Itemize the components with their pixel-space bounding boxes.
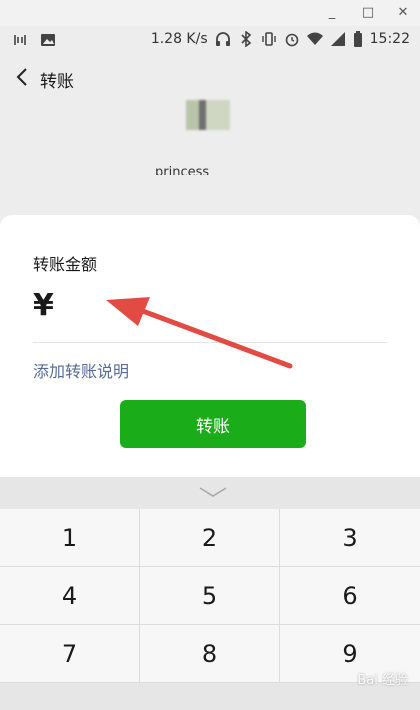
minimize-button[interactable]: _ — [322, 4, 342, 22]
key-3[interactable]: 3 — [280, 509, 420, 567]
image-icon — [41, 34, 55, 46]
close-button[interactable]: ✕ — [393, 4, 413, 22]
keypad-collapse-row[interactable] — [0, 477, 420, 509]
headphones-icon — [215, 32, 230, 46]
chevron-down-icon[interactable] — [198, 485, 228, 499]
key-8[interactable]: 8 — [140, 625, 280, 683]
nav-bar: 转账 — [0, 56, 420, 100]
avatar — [186, 100, 230, 130]
key-4[interactable]: 4 — [0, 567, 140, 625]
key-5[interactable]: 5 — [140, 567, 280, 625]
cell-signal-icon — [330, 32, 345, 46]
key-2[interactable]: 2 — [140, 509, 280, 567]
add-note-link[interactable]: 添加转账说明 — [33, 358, 129, 382]
page-title: 转账 — [40, 72, 74, 92]
recipient-name: princess — [155, 165, 210, 176]
wifi-icon — [306, 32, 323, 45]
transfer-button[interactable]: 转账 — [120, 400, 306, 448]
key-1[interactable]: 1 — [0, 509, 140, 567]
amount-label: 转账金额 — [33, 255, 98, 274]
network-speed: 1.28 K/s — [150, 31, 208, 47]
status-time: 15:22 — [369, 31, 410, 47]
bluetooth-icon — [241, 31, 251, 47]
amount-input[interactable] — [70, 291, 370, 325]
maximize-button[interactable]: □ — [358, 4, 378, 22]
watermark: Bai 经验 — [357, 673, 408, 688]
status-bar: 1.28 K/s 15:22 — [0, 26, 420, 56]
back-arrow-icon[interactable] — [12, 66, 34, 88]
vibrate-icon — [261, 32, 276, 46]
key-6[interactable]: 6 — [280, 567, 420, 625]
transfer-sheet: 转账金额 ¥ 添加转账说明 转账 — [0, 215, 420, 477]
amount-underline — [33, 342, 387, 343]
window-title-bar: _ □ ✕ — [0, 0, 420, 26]
currency-symbol: ¥ — [33, 288, 54, 323]
signal-vibrate-icon — [14, 35, 26, 45]
key-7[interactable]: 7 — [0, 625, 140, 683]
numeric-keypad: 1 2 3 4 5 6 7 8 9 Bai 经验 — [0, 477, 420, 710]
alarm-icon — [285, 33, 298, 47]
battery-icon — [353, 31, 362, 47]
